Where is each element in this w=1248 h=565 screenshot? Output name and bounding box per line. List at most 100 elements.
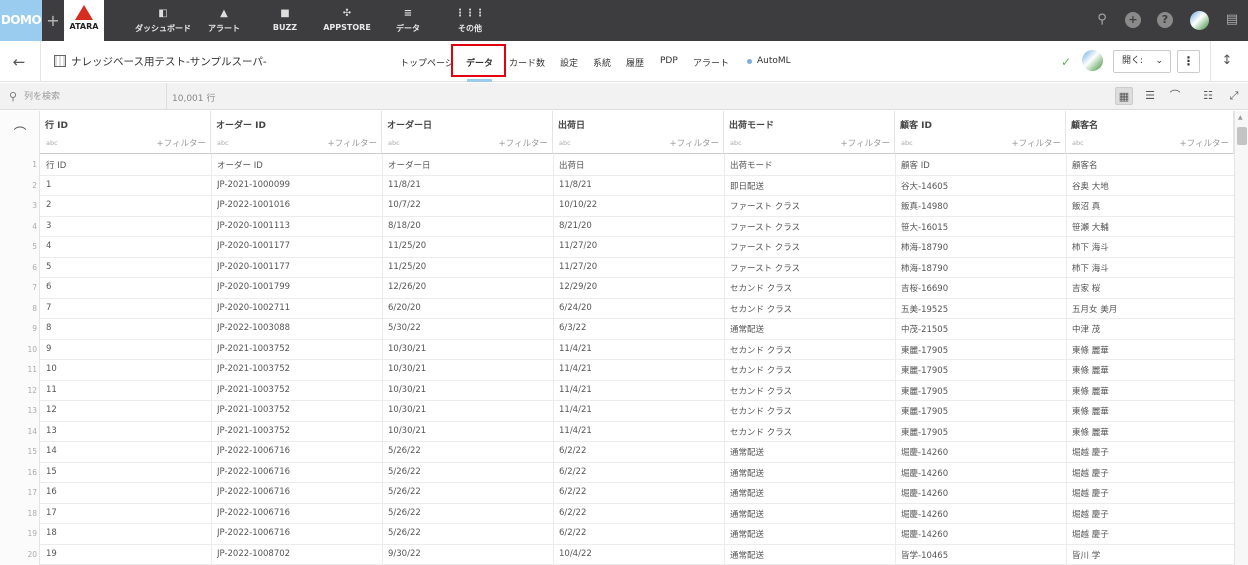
table-cell[interactable]: 5/26/22 <box>388 446 549 456</box>
tab-lineage[interactable]: 系統 <box>593 56 611 69</box>
table-cell[interactable]: 8/21/20 <box>559 221 720 231</box>
table-cell[interactable]: 笹大-16015 <box>901 221 1062 233</box>
table-cell[interactable]: 5/26/22 <box>388 528 549 538</box>
column-stats-icon[interactable]: ⌒ <box>9 123 31 142</box>
tab-settings[interactable]: 設定 <box>560 56 578 69</box>
table-cell[interactable]: ファースト クラス <box>730 262 891 274</box>
table-cell[interactable]: JP-2021-1003752 <box>217 426 378 436</box>
table-cell[interactable]: 11/25/20 <box>388 241 549 251</box>
table-cell[interactable]: 5/26/22 <box>388 487 549 497</box>
nav-buzz[interactable]: ■ BUZZ <box>265 0 305 41</box>
table-cell[interactable]: JP-2021-1003752 <box>217 364 378 374</box>
table-cell[interactable]: 通常配送 <box>730 487 891 499</box>
column-header[interactable]: オーダー ID abc +フィルター <box>211 111 382 154</box>
table-cell[interactable]: JP-2020-1002711 <box>217 303 378 313</box>
table-cell[interactable]: 6/2/22 <box>559 528 720 538</box>
tab-automl[interactable]: AutoML <box>757 56 791 66</box>
add-filter-link[interactable]: +フィルター <box>1180 137 1229 149</box>
table-cell[interactable]: 堀慶-14260 <box>901 528 1062 540</box>
table-cell[interactable]: 9 <box>46 344 207 354</box>
table-cell[interactable]: 中津 茂 <box>1072 323 1230 335</box>
table-cell[interactable]: 11/4/21 <box>559 385 720 395</box>
table-cell[interactable]: 6/2/22 <box>559 487 720 497</box>
tab-alerts[interactable]: アラート <box>693 56 729 69</box>
table-cell[interactable]: 5/26/22 <box>388 508 549 518</box>
table-cell[interactable]: 10/30/21 <box>388 405 549 415</box>
stats-view-icon[interactable]: ⌒ <box>1166 87 1184 105</box>
table-cell[interactable]: 14 <box>46 446 207 456</box>
table-cell[interactable]: JP-2022-1006716 <box>217 508 378 518</box>
table-cell[interactable]: 6/24/20 <box>559 303 720 313</box>
table-cell[interactable]: 堀慶-14260 <box>901 446 1062 458</box>
table-cell[interactable]: 6/2/22 <box>559 446 720 456</box>
back-arrow-icon[interactable]: ← <box>8 52 30 72</box>
owner-avatar[interactable] <box>1082 50 1103 71</box>
table-cell[interactable]: JP-2021-1003752 <box>217 344 378 354</box>
add-filter-link[interactable]: +フィルター <box>328 137 377 149</box>
table-cell[interactable]: 柿下 海斗 <box>1072 241 1230 253</box>
table-cell[interactable]: JP-2022-1003088 <box>217 323 378 333</box>
column-header[interactable]: 顧客 ID abc +フィルター <box>895 111 1066 154</box>
table-cell[interactable]: JP-2022-1006716 <box>217 446 378 456</box>
table-cell[interactable]: 15 <box>46 467 207 477</box>
table-cell[interactable]: セカンド クラス <box>730 405 891 417</box>
column-name[interactable]: 行 ID <box>45 118 68 131</box>
table-cell[interactable]: JP-2022-1001016 <box>217 200 378 210</box>
table-cell[interactable]: セカンド クラス <box>730 364 891 376</box>
table-cell[interactable]: 出荷日 <box>559 159 720 171</box>
tab-cards[interactable]: カード数 <box>509 56 545 69</box>
add-button[interactable]: + <box>42 0 64 41</box>
table-cell[interactable]: 東條 麗華 <box>1072 344 1230 356</box>
table-cell[interactable]: JP-2020-1001113 <box>217 221 378 231</box>
table-cell[interactable]: 堀越 慶子 <box>1072 487 1230 499</box>
table-cell[interactable]: 吉桜-16690 <box>901 282 1062 294</box>
tab-history[interactable]: 履歴 <box>626 56 644 69</box>
table-cell[interactable]: 10/30/21 <box>388 344 549 354</box>
table-cell[interactable]: セカンド クラス <box>730 303 891 315</box>
add-filter-link[interactable]: +フィルター <box>499 137 548 149</box>
table-cell[interactable]: 通常配送 <box>730 508 891 520</box>
table-cell[interactable]: 顧客名 <box>1072 159 1230 171</box>
add-filter-link[interactable]: +フィルター <box>841 137 890 149</box>
help-icon[interactable]: ? <box>1157 12 1173 28</box>
table-cell[interactable]: 6/3/22 <box>559 323 720 333</box>
nav-data[interactable]: ≡ データ <box>389 0 427 41</box>
table-view-icon[interactable]: ▦ <box>1115 87 1133 105</box>
table-cell[interactable]: 堀慶-14260 <box>901 487 1062 499</box>
table-cell[interactable]: セカンド クラス <box>730 344 891 356</box>
open-dropdown-button[interactable]: 開く: ⌄ <box>1113 50 1171 73</box>
table-cell[interactable]: セカンド クラス <box>730 385 891 397</box>
table-cell[interactable]: 飯沼 真 <box>1072 200 1230 212</box>
table-cell[interactable]: 11/8/21 <box>559 180 720 190</box>
nav-alerts[interactable]: ▲ アラート <box>200 0 248 41</box>
table-cell[interactable]: 5 <box>46 262 207 272</box>
table-cell[interactable]: 谷奥 大地 <box>1072 180 1230 192</box>
tab-overview[interactable]: トップページ <box>400 56 454 69</box>
table-cell[interactable]: 10/4/22 <box>559 549 720 559</box>
table-cell[interactable]: JP-2020-1001177 <box>217 262 378 272</box>
table-cell[interactable]: 10/7/22 <box>388 200 549 210</box>
table-cell[interactable]: 五美-19525 <box>901 303 1062 315</box>
add-filter-link[interactable]: +フィルター <box>1012 137 1061 149</box>
table-cell[interactable]: 6 <box>46 282 207 292</box>
column-name[interactable]: 出荷モード <box>729 118 774 131</box>
table-cell[interactable]: 11/8/21 <box>388 180 549 190</box>
table-cell[interactable]: JP-2021-1003752 <box>217 385 378 395</box>
scrollbar-thumb[interactable] <box>1237 127 1247 145</box>
table-cell[interactable]: 11/25/20 <box>388 262 549 272</box>
vertical-scrollbar[interactable]: ▲ <box>1234 111 1248 565</box>
table-cell[interactable]: 1 <box>46 180 207 190</box>
column-settings-icon[interactable]: ☷ <box>1199 87 1217 105</box>
column-header[interactable]: 行 ID abc +フィルター <box>40 111 211 154</box>
table-cell[interactable]: 8/18/20 <box>388 221 549 231</box>
table-cell[interactable]: 5/30/22 <box>388 323 549 333</box>
table-cell[interactable]: 堀慶-14260 <box>901 508 1062 520</box>
table-cell[interactable]: 柿下 海斗 <box>1072 262 1230 274</box>
nav-more[interactable]: ⋮⋮⋮ その他 <box>452 0 488 41</box>
nav-appstore[interactable]: ✣ APPSTORE <box>320 0 374 41</box>
table-cell[interactable]: 東條 麗華 <box>1072 405 1230 417</box>
table-cell[interactable]: 11/4/21 <box>559 364 720 374</box>
add-filter-link[interactable]: +フィルター <box>157 137 206 149</box>
table-cell[interactable]: 12 <box>46 405 207 415</box>
column-header[interactable]: オーダー日 abc +フィルター <box>382 111 553 154</box>
